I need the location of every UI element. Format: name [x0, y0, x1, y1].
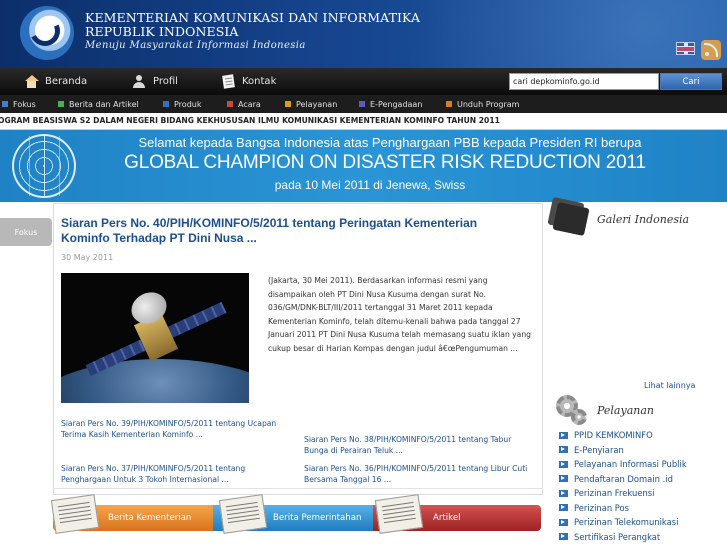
category-label: Pelayanan: [296, 99, 338, 109]
service-label: PPID KEMKOMINFO: [574, 430, 653, 441]
arrow-right-icon: [559, 431, 568, 439]
newspaper-icon: [374, 494, 424, 534]
org-name-line2: REPUBLIK INDONESIA: [85, 24, 239, 39]
related-link[interactable]: Siaran Pers No. 39/PIH/KOMINFO/5/2011 te…: [61, 418, 286, 440]
service-label: Pelayanan Informasi Publik: [574, 459, 687, 470]
category-label: Acara: [238, 99, 261, 109]
site-header: KEMENTERIAN KOMUNIKASI DAN INFORMATIKA R…: [0, 0, 727, 68]
category-acara[interactable]: Acara: [227, 95, 261, 113]
arrow-right-icon: [559, 504, 568, 512]
nav-kontak[interactable]: Kontak: [221, 68, 276, 95]
service-item[interactable]: Perizinan Telekomunikasi: [559, 515, 727, 530]
org-name-line1: KEMENTERIAN KOMUNIKASI DAN INFORMATIKA: [85, 10, 421, 25]
newspaper-icon: [218, 494, 268, 534]
service-item[interactable]: Sertifikasi Perangkat: [559, 530, 727, 545]
gallery-icon: [552, 201, 590, 237]
uk-flag-icon[interactable]: [676, 42, 695, 55]
services-title: Pelayanan: [597, 404, 654, 417]
more-link[interactable]: Lihat lainnya: [644, 381, 695, 390]
category-label: Berita dan Artikel: [69, 99, 139, 109]
tab-label: Berita Kementerian: [108, 513, 192, 523]
newspaper-icon: [50, 494, 100, 534]
user-icon: [132, 74, 147, 89]
category-label: Fokus: [13, 99, 36, 109]
nav-profil[interactable]: Profil: [132, 68, 178, 95]
category-label: Unduh Program: [457, 99, 520, 109]
tab-label: Artikel: [433, 513, 461, 523]
service-item[interactable]: Perizinan Pos: [559, 501, 727, 516]
category-marker: [446, 101, 452, 107]
document-icon: [221, 75, 236, 89]
arrow-right-icon: [559, 460, 568, 468]
category-nav: Fokus Berita dan Artikel Produk Acara Pe…: [0, 95, 727, 113]
nav-beranda-label: Beranda: [45, 76, 88, 87]
arrow-right-icon: [559, 475, 568, 483]
service-label: Perizinan Frekuensi: [574, 488, 655, 499]
tab-label: Berita Pemerintahan: [273, 513, 362, 523]
category-marker: [163, 101, 169, 107]
nav-profil-label: Profil: [153, 76, 178, 87]
category-e-pengadaan[interactable]: E-Pengadaan: [359, 95, 422, 113]
gear-icon: [556, 395, 587, 425]
service-label: Sertifikasi Perangkat: [574, 531, 661, 542]
category-produk[interactable]: Produk: [163, 95, 201, 113]
arrow-right-icon: [559, 489, 568, 497]
rss-icon[interactable]: [701, 40, 721, 60]
category-berita-dan-artikel[interactable]: Berita dan Artikel: [58, 95, 139, 113]
search-button[interactable]: Cari: [660, 73, 722, 90]
news-ticker: OGRAM BEASISWA S2 DALAM NEGERI BIDANG KE…: [0, 113, 727, 130]
service-label: Perizinan Telekomunikasi: [574, 517, 679, 528]
services-list: PPID KEMKOMINFO E-Penyiaran Pelayanan In…: [559, 428, 727, 544]
related-link[interactable]: Siaran Pers No. 36/PIH/KOMINFO/5/2011 te…: [304, 463, 536, 485]
fokus-tab[interactable]: Fokus: [0, 218, 52, 246]
service-label: Pendaftaran Domain .id: [574, 473, 673, 484]
service-item[interactable]: Pelayanan Informasi Publik: [559, 457, 727, 472]
search-input[interactable]: [509, 73, 659, 90]
gear-small: [571, 409, 587, 425]
category-pelayanan[interactable]: Pelayanan: [285, 95, 337, 113]
banner-line3: pada 10 Mei 2011 di Jenewa, Swiss: [274, 178, 466, 192]
category-marker: [58, 101, 64, 107]
news-tab-strip: Berita Kementerian Berita Pemerintahan A…: [50, 494, 543, 534]
announcement-banner[interactable]: Selamat kepada Bangsa Indonesia atas Pen…: [0, 130, 727, 202]
service-item[interactable]: Pendaftaran Domain .id: [559, 472, 727, 487]
category-marker: [2, 101, 8, 107]
arrow-right-icon: [559, 518, 568, 526]
category-marker: [227, 101, 233, 107]
banner-line1: Selamat kepada Bangsa Indonesia atas Pen…: [138, 135, 642, 150]
tagline: Menuju Masyarakat Informasi Indonesia: [85, 40, 306, 51]
divider: [53, 488, 543, 489]
category-marker: [359, 101, 365, 107]
service-item[interactable]: E-Penyiaran: [559, 443, 727, 458]
gallery-title: Galeri Indonesia: [597, 213, 690, 226]
category-marker: [285, 101, 291, 107]
ticker-text[interactable]: OGRAM BEASISWA S2 DALAM NEGERI BIDANG KE…: [0, 116, 500, 125]
nav-beranda[interactable]: Beranda: [24, 68, 87, 95]
banner-headline: GLOBAL CHAMPION ON DISASTER RISK REDUCTI…: [124, 152, 646, 173]
service-item[interactable]: Perizinan Frekuensi: [559, 486, 727, 501]
service-label: E-Penyiaran: [574, 444, 624, 455]
category-label: E-Pengadaan: [370, 99, 423, 109]
category-label: Produk: [174, 99, 202, 109]
article-date: 30 May 2011: [61, 253, 114, 262]
category-unduh-program[interactable]: Unduh Program: [446, 95, 519, 113]
related-link[interactable]: Siaran Pers No. 38/PIH/KOMINFO/5/2011 te…: [304, 434, 532, 456]
article-title[interactable]: Siaran Pers No. 40/PIH/KOMINFO/5/2011 te…: [61, 216, 501, 246]
category-fokus[interactable]: Fokus: [2, 95, 36, 113]
arrow-right-icon: [559, 446, 568, 454]
article-excerpt: (Jakarta, 30 Mei 2011). Berdasarkan info…: [268, 276, 531, 353]
related-link[interactable]: Siaran Pers No. 37/PIH/KOMINFO/5/2011 te…: [61, 463, 286, 485]
service-label: Perizinan Pos: [574, 502, 630, 513]
article-image[interactable]: [61, 273, 249, 403]
service-item[interactable]: PPID KEMKOMINFO: [559, 428, 727, 443]
home-icon: [24, 74, 39, 89]
nav-kontak-label: Kontak: [242, 76, 277, 87]
arrow-right-icon: [559, 533, 568, 541]
